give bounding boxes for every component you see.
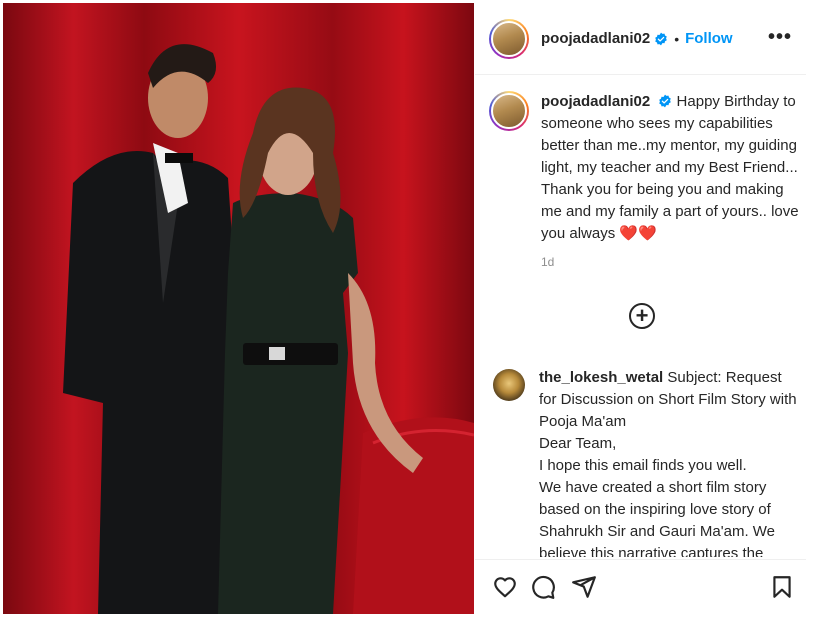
separator-dot: • [674, 30, 680, 47]
caption-username[interactable]: poojadadlani02 [541, 93, 650, 110]
comment-line-1: Dear Team, [539, 435, 617, 452]
comment-line-2: I hope this email finds you well. [539, 457, 747, 474]
post-photo [3, 3, 474, 614]
comment-item: the_lokesh_wetal Subject: Request for Di… [493, 367, 799, 557]
follow-button[interactable]: Follow [685, 30, 733, 47]
heart-icon[interactable] [492, 574, 518, 600]
caption-body: Happy Birthday to someone who sees my ca… [541, 93, 799, 242]
author-username[interactable]: poojadadlani02 [541, 30, 650, 47]
post-photo-illustration [3, 3, 474, 614]
share-icon[interactable] [571, 574, 597, 600]
caption-avatar[interactable] [489, 91, 529, 131]
plus-circle-icon[interactable]: + [629, 303, 655, 329]
caption-verified-badge-icon [659, 94, 672, 108]
action-bar [475, 559, 806, 614]
load-more-comments-icon: + [635, 303, 649, 328]
comment-line-3: We have created a short film story based… [539, 479, 776, 557]
post-header: poojadadlani02 • Follow ••• [475, 3, 806, 75]
more-options-icon[interactable]: ••• [768, 27, 792, 47]
commenter-username[interactable]: the_lokesh_wetal [539, 369, 663, 386]
author-avatar-image [491, 20, 527, 57]
bookmark-icon[interactable] [769, 574, 795, 600]
commenter-avatar[interactable] [493, 369, 525, 401]
comment-line-0: the_lokesh_wetal Subject: Request for Di… [539, 367, 799, 433]
comment-text-block: the_lokesh_wetal Subject: Request for Di… [539, 367, 799, 557]
post-side-panel: poojadadlani02 • Follow ••• poojadadlani… [475, 3, 806, 614]
caption-text-block: poojadadlani02 Happy Birthday to someone… [541, 91, 799, 245]
verified-badge-icon [655, 32, 667, 45]
caption-avatar-image [491, 93, 527, 129]
frame-right-margin [806, 0, 827, 620]
post-caption: poojadadlani02 Happy Birthday to someone… [489, 91, 799, 269]
comment-icon[interactable] [530, 574, 556, 600]
author-avatar[interactable] [489, 18, 529, 59]
caption-timestamp[interactable]: 1d [541, 255, 799, 269]
